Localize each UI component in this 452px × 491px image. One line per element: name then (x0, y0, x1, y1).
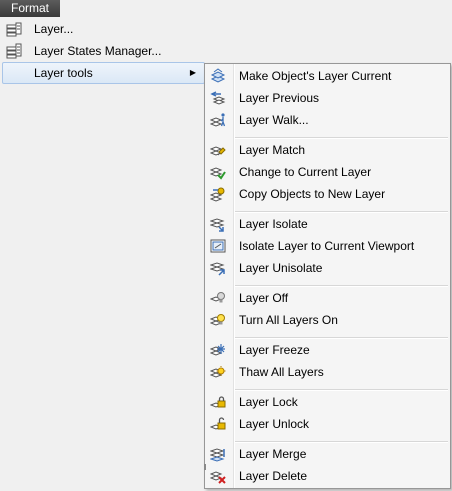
menu-item-label: Copy Objects to New Layer (239, 187, 386, 201)
menu-item-layer-isolate[interactable]: Layer Isolate (205, 213, 450, 235)
menu-item-layer-freeze[interactable]: Layer Freeze (205, 339, 450, 361)
menu-item-copy-objects-to-new-layer[interactable]: Copy Objects to New Layer (205, 183, 450, 205)
layer-delete-icon (210, 471, 226, 484)
menu-item-label: Make Object's Layer Current (239, 69, 392, 83)
menu-item-label: Layer Isolate (239, 217, 308, 231)
layer-merge-icon (210, 448, 225, 462)
menu-item-isolate-layer-to-current-viewport[interactable]: Isolate Layer to Current Viewport (205, 235, 450, 257)
menu-item-label: Layer States Manager... (34, 44, 162, 58)
all-layers-on-icon (210, 314, 225, 326)
menu-item-label: Layer Freeze (239, 343, 310, 357)
menu-item-layer[interactable]: Layer... (0, 18, 205, 40)
copy-to-layer-icon (210, 187, 225, 202)
layer-match-icon (210, 146, 226, 156)
menu-item-label: Layer Unisolate (239, 261, 323, 275)
isolate-viewport-icon (210, 239, 226, 253)
menu-item-thaw-all-layers[interactable]: Thaw All Layers (205, 361, 450, 383)
layer-tools-submenu: Make Object's Layer Current Layer Previo… (204, 63, 451, 489)
menu-item-label: Layer Off (239, 291, 289, 305)
menu-item-label: Layer... (34, 22, 74, 36)
layer-unisolate-icon (210, 262, 225, 276)
menu-item-label: Change to Current Layer (239, 165, 372, 179)
menu-item-layer-tools[interactable]: Layer tools ▶ (2, 62, 205, 84)
menu-item-layer-states-manager[interactable]: Layer States Manager... (0, 40, 205, 62)
menu-item-label: Layer Walk... (239, 113, 309, 127)
layer-isolate-icon (210, 218, 225, 232)
layer-states-icon (6, 43, 22, 59)
change-to-current-icon (210, 167, 226, 180)
menu-item-label: Layer Delete (239, 469, 308, 483)
format-menu: Layer... Layer States Manager... Layer t… (0, 18, 205, 84)
menu-item-layer-lock[interactable]: Layer Lock (205, 391, 450, 413)
menu-item-label: Layer tools (34, 66, 93, 80)
menu-item-label: Layer Lock (239, 395, 298, 409)
menu-item-layer-merge[interactable]: Layer Merge (205, 443, 450, 465)
menu-item-label: Layer Match (239, 143, 306, 157)
menu-item-layer-off[interactable]: Layer Off (205, 287, 450, 309)
menu-item-label: Layer Previous (239, 91, 320, 105)
submenu-arrow-icon: ▶ (189, 68, 196, 77)
layer-previous-icon (210, 91, 226, 105)
layer-lock-icon (210, 396, 226, 408)
menu-item-label: Layer Unlock (239, 417, 310, 431)
menu-item-layer-walk[interactable]: Layer Walk... (205, 109, 450, 131)
menu-item-turn-all-layers-on[interactable]: Turn All Layers On (205, 309, 450, 331)
menu-item-layer-delete[interactable]: Layer Delete (205, 465, 450, 487)
menu-item-layer-unisolate[interactable]: Layer Unisolate (205, 257, 450, 279)
menu-item-layer-match[interactable]: Layer Match (205, 139, 450, 161)
menu-item-change-to-current-layer[interactable]: Change to Current Layer (205, 161, 450, 183)
make-current-icon (210, 68, 226, 83)
menu-item-layer-previous[interactable]: Layer Previous (205, 87, 450, 109)
menu-item-label: Turn All Layers On (239, 313, 338, 327)
menu-shadow (204, 464, 206, 470)
layer-unlock-icon (210, 417, 226, 430)
menu-item-label: Layer Merge (239, 447, 307, 461)
layer-properties-icon (6, 22, 22, 37)
menu-item-label: Isolate Layer to Current Viewport (239, 239, 415, 253)
layer-off-icon (210, 292, 225, 303)
menu-item-layer-unlock[interactable]: Layer Unlock (205, 413, 450, 435)
format-menu-tab[interactable]: Format (0, 0, 60, 17)
thaw-all-icon (210, 366, 226, 378)
layer-freeze-icon (210, 344, 225, 356)
menu-item-label: Thaw All Layers (239, 365, 324, 379)
menu-item-make-objects-layer-current[interactable]: Make Object's Layer Current (205, 65, 450, 87)
layer-walk-icon (210, 113, 226, 127)
